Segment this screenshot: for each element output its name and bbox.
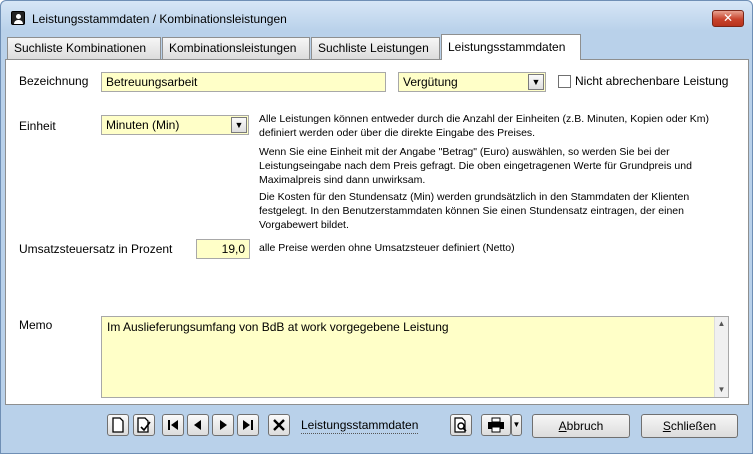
verguetung-value: Vergütung — [403, 75, 458, 89]
print-options-dropdown[interactable]: ▼ — [511, 414, 522, 436]
next-record-button[interactable] — [212, 414, 234, 436]
window-title: Leistungsstammdaten / Kombinationsleistu… — [32, 12, 287, 26]
nicht-abrechenbar-label: Nicht abrechenbare Leistung — [575, 74, 729, 88]
first-record-icon — [168, 420, 178, 430]
einheit-value: Minuten (Min) — [106, 118, 180, 132]
user-icon — [11, 11, 25, 25]
abbruch-button[interactable]: Abbruch — [532, 414, 630, 438]
previous-record-button[interactable] — [187, 414, 209, 436]
next-record-icon — [220, 420, 227, 430]
ust-label: Umsatzsteuersatz in Prozent — [19, 242, 173, 256]
tab-suchliste-leistungen[interactable]: Suchliste Leistungen — [311, 37, 440, 59]
tab-leistungsstammdaten[interactable]: Leistungsstammdaten — [441, 34, 581, 60]
bezeichnung-label: Bezeichnung — [19, 74, 89, 88]
abbruch-label: bbruch — [566, 419, 604, 433]
schliessen-button[interactable]: Schließen — [641, 414, 738, 438]
title-bar[interactable]: Leistungsstammdaten / Kombinationsleistu… — [1, 1, 752, 31]
info-text-einheiten: Alle Leistungen können entweder durch di… — [259, 113, 710, 139]
verguetung-select[interactable]: Vergütung ▼ — [398, 72, 546, 92]
printer-icon — [488, 417, 504, 433]
memo-scrollbar[interactable]: ▲ ▼ — [714, 317, 728, 397]
first-record-button[interactable] — [162, 414, 184, 436]
edit-record-button[interactable] — [133, 414, 155, 436]
navigation-label: Leistungsstammdaten — [301, 418, 419, 434]
scroll-up-icon[interactable]: ▲ — [715, 317, 728, 331]
app-window: Leistungsstammdaten / Kombinationsleistu… — [0, 0, 753, 454]
chevron-down-icon[interactable]: ▼ — [231, 117, 247, 133]
ust-input[interactable]: 19,0 — [196, 239, 250, 259]
leistungsstammdaten-panel: Bezeichnung Betreuungsarbeit Vergütung ▼… — [5, 59, 749, 405]
scroll-down-icon[interactable]: ▼ — [715, 383, 728, 397]
abbruch-access-key: A — [558, 419, 567, 433]
einheit-select[interactable]: Minuten (Min) ▼ — [101, 115, 249, 135]
last-record-icon — [243, 420, 253, 430]
edit-document-icon — [137, 417, 151, 433]
nicht-abrechenbar-checkbox[interactable] — [558, 75, 571, 88]
schliessen-label: chließen — [670, 419, 717, 433]
memo-textarea[interactable]: Im Auslieferungsumfang von BdB at work v… — [101, 316, 729, 398]
delete-icon — [273, 419, 285, 431]
delete-record-button[interactable] — [268, 414, 290, 436]
memo-text: Im Auslieferungsumfang von BdB at work v… — [107, 320, 449, 334]
new-record-button[interactable] — [107, 414, 129, 436]
schliessen-access-key: S — [662, 419, 671, 433]
tab-suchliste-kombinationen[interactable]: Suchliste Kombinationen — [7, 37, 161, 59]
print-button[interactable] — [481, 414, 511, 436]
search-button[interactable] — [450, 414, 472, 436]
previous-record-icon — [194, 420, 201, 430]
bezeichnung-input[interactable]: Betreuungsarbeit — [101, 72, 386, 92]
last-record-button[interactable] — [237, 414, 259, 436]
new-document-icon — [112, 417, 124, 433]
chevron-down-icon[interactable]: ▼ — [528, 74, 544, 90]
close-button[interactable]: ✕ — [712, 10, 744, 27]
info-text-betrag: Wenn Sie eine Einheit mit der Angabe "Be… — [259, 146, 692, 186]
ust-note: alle Preise werden ohne Umsatzsteuer def… — [259, 242, 515, 254]
einheit-label: Einheit — [19, 119, 56, 133]
memo-label: Memo — [19, 318, 53, 332]
info-text-stundensatz: Die Kosten für den Stundensatz (Min) wer… — [259, 191, 690, 231]
chevron-down-icon: ▼ — [512, 420, 521, 429]
tab-kombinationsleistungen[interactable]: Kombinationsleistungen — [162, 37, 310, 59]
search-document-icon — [454, 417, 467, 433]
